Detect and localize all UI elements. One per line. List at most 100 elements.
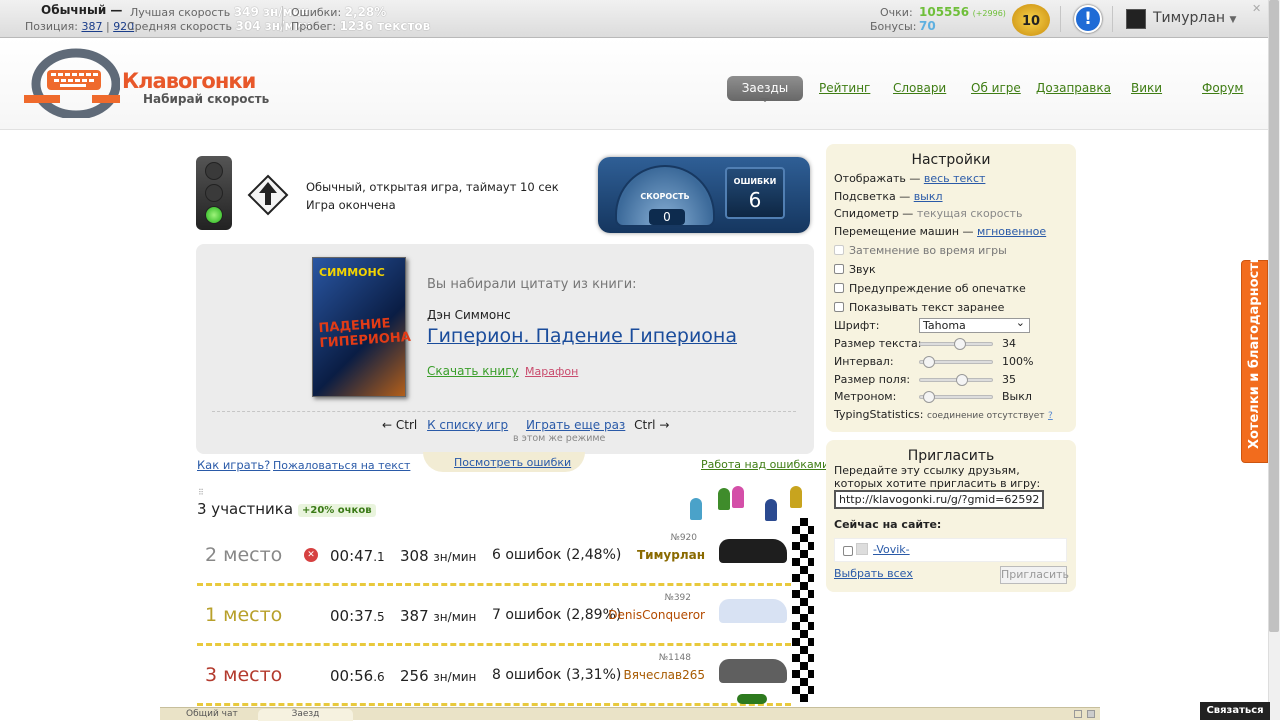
download-book-link[interactable]: Скачать книгу xyxy=(427,364,519,378)
display-value-link[interactable]: весь текст xyxy=(924,172,986,185)
cars-value-link[interactable]: мгновенное xyxy=(977,225,1046,238)
tab-general-chat-label[interactable]: Общий чат xyxy=(186,709,238,719)
online-user-link[interactable]: -Vovik- xyxy=(873,543,910,556)
nav-dictionaries[interactable]: Словари xyxy=(893,81,946,95)
nav-races[interactable]: Заезды xyxy=(727,76,803,102)
checkbox[interactable] xyxy=(834,264,844,274)
checkbox[interactable] xyxy=(834,245,844,255)
text-size-slider[interactable] xyxy=(919,338,993,350)
player-name-link[interactable]: DenisConqueror xyxy=(608,608,705,622)
book-cover[interactable]: СИММОНС ПАДЕНИЕ ГИПЕРИОНА xyxy=(312,257,411,397)
tab-race-chat-label[interactable]: Заезд xyxy=(292,709,320,719)
contact-button[interactable]: Связаться xyxy=(1200,702,1270,720)
work-on-errors-link[interactable]: Работа над ошибками xyxy=(701,458,829,471)
book-title-link[interactable]: Гиперион. Падение Гипериона xyxy=(427,325,737,347)
marathon-link[interactable]: Марафон xyxy=(525,365,578,378)
mileage-stat: Пробег: 1236 текстов xyxy=(291,19,430,33)
nav-rating[interactable]: Рейтинг xyxy=(819,81,870,95)
dim-label: Затемнение во время игры xyxy=(849,244,1007,257)
position-link-a[interactable]: 387 xyxy=(81,20,102,33)
how-to-play-link[interactable]: Как играть? xyxy=(197,458,270,472)
user-menu[interactable]: Тимурлан ▼ xyxy=(1153,10,1236,26)
nav-about[interactable]: Об игре xyxy=(971,81,1021,95)
font-select[interactable]: Tahoma xyxy=(919,316,1030,333)
restore-icon[interactable] xyxy=(1074,710,1082,718)
player-name-link[interactable]: Вячеслав265 xyxy=(623,668,705,682)
nav-forum[interactable]: Форум xyxy=(1202,81,1243,95)
field-size-slider[interactable] xyxy=(919,374,993,386)
result-row: 3 место 00:56.6 256 зн/мин 8 ошибок (3,3… xyxy=(197,648,791,706)
level-value: 10 xyxy=(1021,14,1041,29)
back-to-list-link[interactable]: К списку игр xyxy=(427,418,508,432)
sound-checkbox[interactable]: Звук xyxy=(834,263,876,276)
tab-general-chat[interactable]: Общий чат xyxy=(176,709,248,721)
play-again-link[interactable]: Играть еще раз xyxy=(526,418,625,432)
book-label: Вы набирали цитату из книги: xyxy=(427,277,637,292)
view-errors-link[interactable]: Посмотреть ошибки xyxy=(454,456,571,469)
maximize-icon[interactable] xyxy=(1087,710,1095,718)
nav-donate[interactable]: Дозаправка xyxy=(1036,81,1111,95)
checkbox[interactable] xyxy=(843,546,853,556)
contact-label[interactable]: Связаться xyxy=(1206,705,1263,716)
interval-slider[interactable] xyxy=(919,356,993,368)
brand-name[interactable]: Клавогонки xyxy=(122,69,256,93)
position-label: Позиция: xyxy=(25,20,78,33)
result-row: 2 место ✕ 00:47.1 308 зн/мин 6 ошибок (2… xyxy=(197,528,791,586)
invite-url[interactable]: http://klavogonki.ru/g/?gmid=62592 xyxy=(839,493,1039,506)
complain-link[interactable]: Пожаловаться на текст xyxy=(273,459,410,472)
notification-icon[interactable]: ! xyxy=(1074,5,1102,33)
slider-knob[interactable] xyxy=(955,374,968,386)
show-text-checkbox[interactable]: Показывать текст заранее xyxy=(834,301,1004,314)
speed-dashboard: СКОРОСТЬ 0 ОШИБКИ 6 xyxy=(598,157,810,233)
username[interactable]: Тимурлан xyxy=(1153,10,1225,26)
scrollbar-thumb[interactable] xyxy=(1269,0,1279,632)
close-icon[interactable]: ✕ xyxy=(1252,2,1261,15)
steering-wheel-logo-icon[interactable] xyxy=(24,48,120,118)
scrollbar[interactable] xyxy=(1268,0,1280,720)
nav-races-label[interactable]: Заезды xyxy=(742,81,789,95)
nav-about-link[interactable]: Об игре xyxy=(971,81,1021,95)
chevron-down-icon[interactable]: ▼ xyxy=(1230,15,1237,25)
highlight-value-link[interactable]: выкл xyxy=(914,190,943,203)
help-link[interactable]: ? xyxy=(1048,411,1053,421)
nav-donate-link[interactable]: Дозаправка xyxy=(1036,81,1111,95)
nav-wiki[interactable]: Вики xyxy=(1131,81,1162,95)
sound-label: Звук xyxy=(849,263,876,276)
typo-warning-checkbox[interactable]: Предупреждение об опечатке xyxy=(834,282,1026,295)
checkbox[interactable] xyxy=(834,302,844,312)
points-value-wrap: 105556 (+2996) xyxy=(919,5,1006,19)
nav-rating-link[interactable]: Рейтинг xyxy=(819,81,870,95)
drag-handle-icon[interactable]: ⠿ xyxy=(198,488,204,497)
car-icon xyxy=(719,599,787,623)
spectator-icon xyxy=(737,694,767,704)
nav-forum-link[interactable]: Форум xyxy=(1202,81,1243,95)
slider-knob[interactable] xyxy=(954,338,967,350)
quit-icon: ✕ xyxy=(304,548,318,562)
play-again-subtext: в этом же режиме xyxy=(513,433,606,444)
place-label: 3 место xyxy=(205,664,283,686)
nav-dictionaries-link[interactable]: Словари xyxy=(893,81,946,95)
invite-url-field[interactable]: http://klavogonki.ru/g/?gmid=62592 xyxy=(834,490,1044,509)
mileage-label: Пробег: xyxy=(291,20,337,33)
speed-unit: зн/мин xyxy=(433,550,477,564)
select-all-link[interactable]: Выбрать всех xyxy=(834,567,913,580)
checkbox[interactable] xyxy=(834,283,844,293)
errors: 8 ошибок (3,31%) xyxy=(492,667,622,683)
bonus-stat: Бонусы: xyxy=(870,20,916,33)
nav-wiki-link[interactable]: Вики xyxy=(1131,81,1162,95)
player-name-link[interactable]: Тимурлан xyxy=(637,548,705,562)
level-medal-icon[interactable]: 10 xyxy=(1012,4,1050,36)
finish-time-fraction: .5 xyxy=(373,610,385,624)
dim-checkbox[interactable]: Затемнение во время игры xyxy=(834,244,1007,257)
user-avatar[interactable] xyxy=(1126,9,1146,29)
speed-value: 387 xyxy=(400,607,429,625)
metronome-slider[interactable] xyxy=(919,391,993,403)
tab-race-chat[interactable]: Заезд xyxy=(258,709,353,721)
errors: 7 ошибок (2,89%) xyxy=(492,607,622,623)
game-nav-row: ← Ctrl К списку игр Играть еще раз Ctrl … xyxy=(382,418,669,432)
feedback-tab[interactable]: Хотелки и благодарности xyxy=(1241,254,1268,463)
slider-knob[interactable] xyxy=(923,391,936,403)
invite-button[interactable]: Пригласить xyxy=(1000,566,1069,584)
slider-knob[interactable] xyxy=(923,356,936,368)
feedback-tab-label[interactable]: Хотелки и благодарности xyxy=(1247,254,1262,449)
